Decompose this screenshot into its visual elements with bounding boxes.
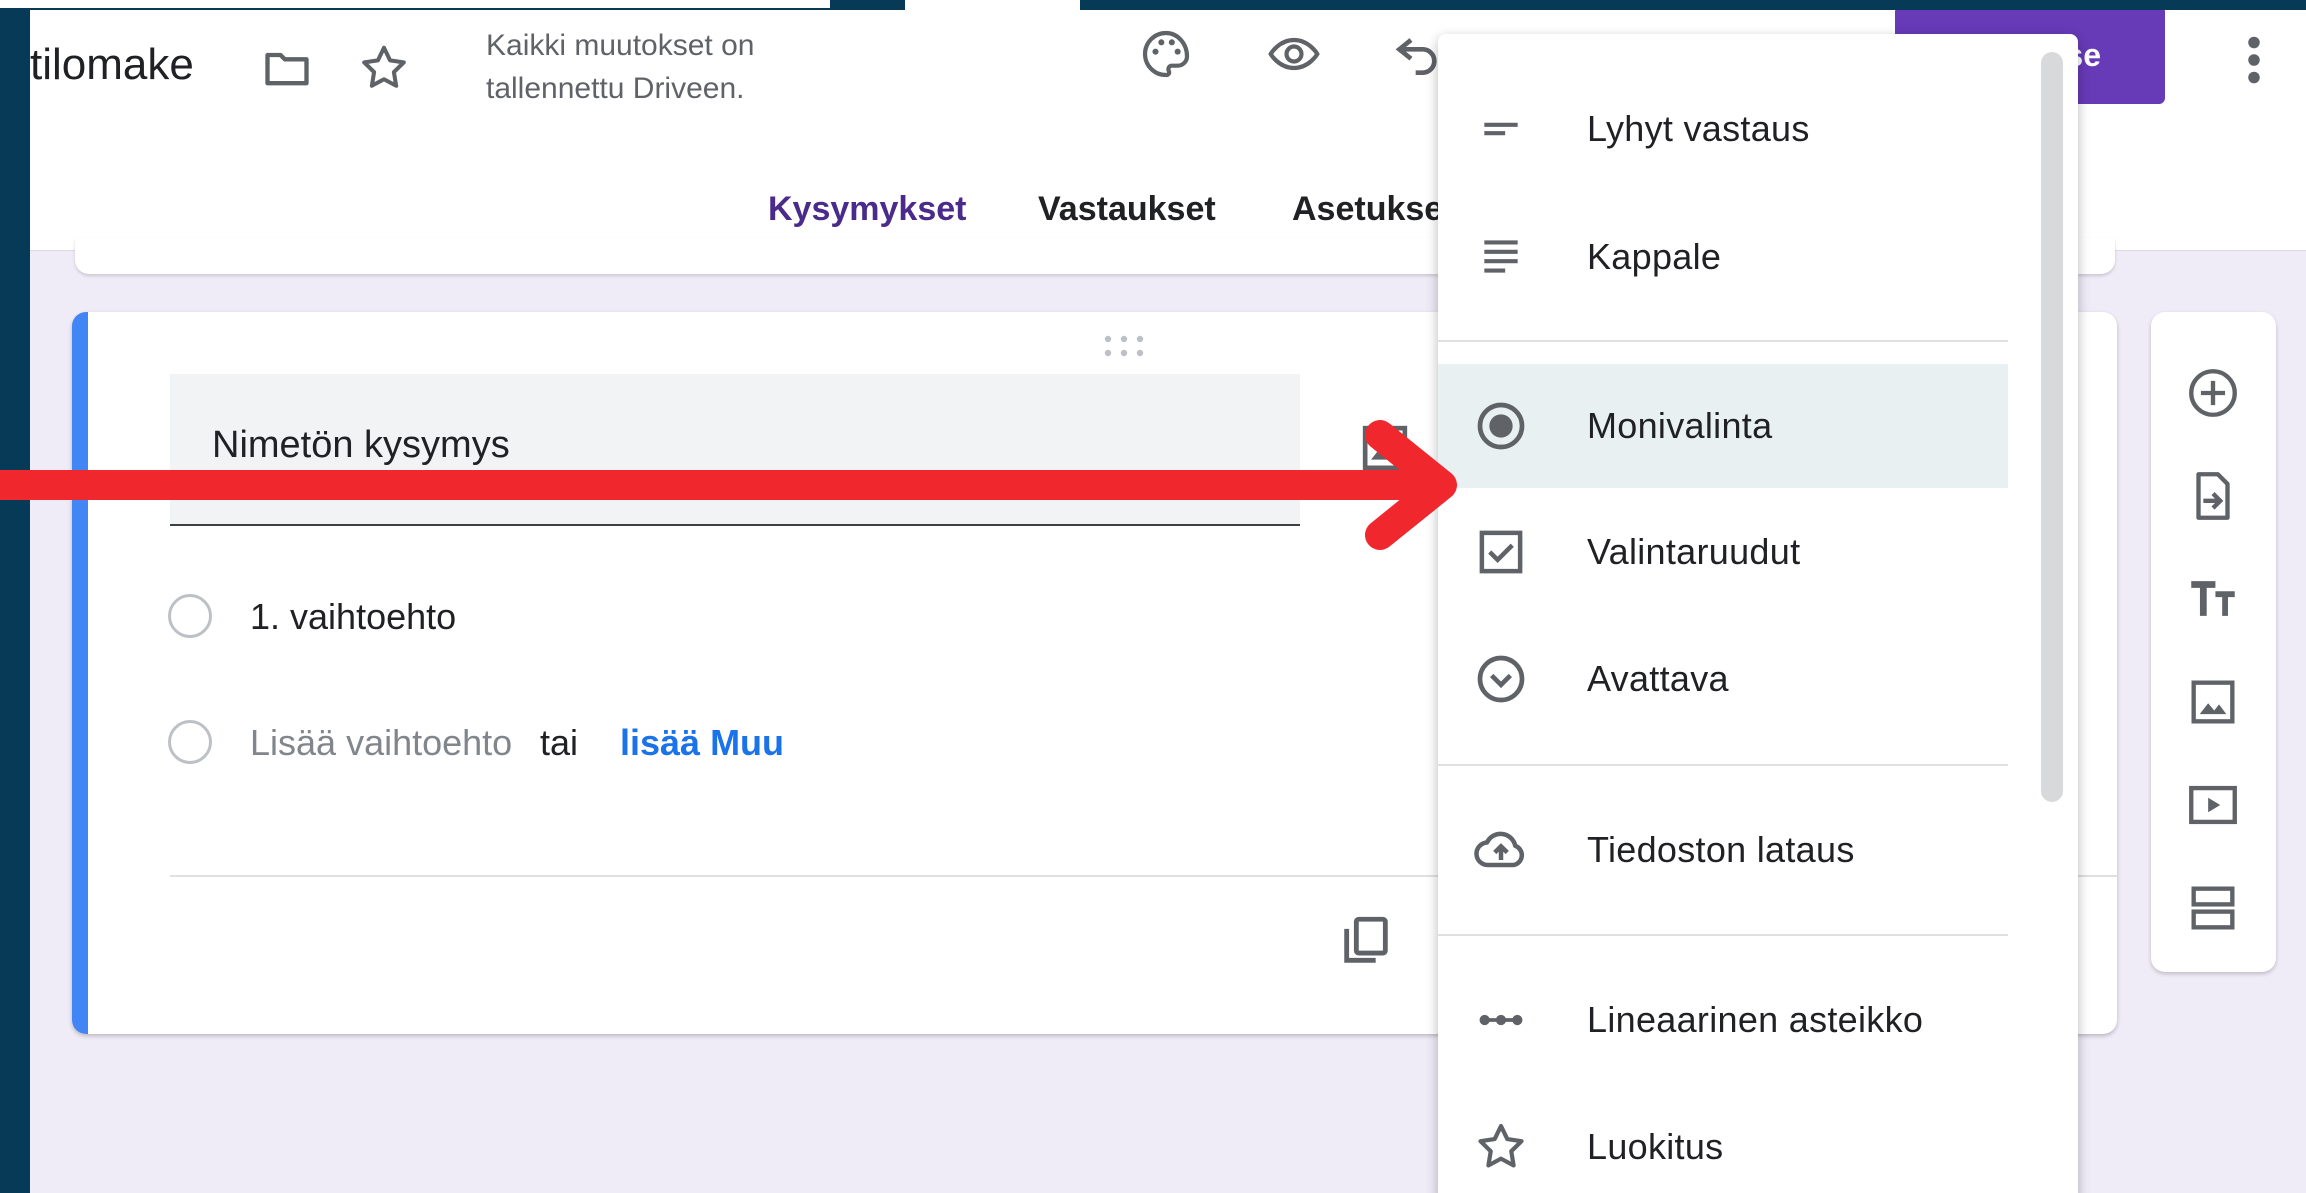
- add-option-link[interactable]: Lisää vaihtoehto: [250, 722, 512, 764]
- menu-item-multiple-choice[interactable]: Monivalinta: [1438, 364, 2008, 488]
- star-icon[interactable]: [356, 40, 412, 96]
- folder-icon[interactable]: [259, 40, 315, 96]
- or-text: tai: [540, 722, 579, 763]
- eye-icon[interactable]: [1266, 26, 1322, 82]
- menu-item-label: Monivalinta: [1587, 405, 1773, 446]
- cloud-upload-icon: [1471, 820, 1531, 880]
- menu-divider: [1438, 764, 2008, 766]
- menu-item-linear-scale[interactable]: Lineaarinen asteikko: [1438, 958, 2008, 1082]
- add-question-icon[interactable]: [2184, 364, 2242, 422]
- option-radio: [168, 594, 212, 638]
- add-video-icon[interactable]: [2184, 776, 2242, 834]
- form-title[interactable]: tilomake: [30, 40, 194, 90]
- save-status: Kaikki muutokset on tallennettu Driveen.: [486, 24, 846, 110]
- more-vert-icon[interactable]: [2226, 32, 2282, 88]
- red-annotation-arrow: [0, 420, 1457, 550]
- drag-handle-icon[interactable]: [1102, 332, 1146, 360]
- menu-item-dropdown[interactable]: Avattava: [1438, 617, 2008, 741]
- dropdown-icon: [1471, 649, 1531, 709]
- import-questions-icon[interactable]: [2184, 467, 2242, 525]
- add-title-icon[interactable]: [2184, 570, 2242, 628]
- tab-settings[interactable]: Asetukse: [1292, 190, 1443, 229]
- forms-editor: tilomake Kaikki muutokset on tallennettu…: [30, 10, 2306, 1193]
- menu-item-short-answer[interactable]: Lyhyt vastaus: [1438, 67, 2008, 191]
- linear-scale-icon: [1471, 990, 1531, 1050]
- short-answer-icon: [1471, 99, 1531, 159]
- menu-item-file-upload[interactable]: Tiedoston lataus: [1438, 788, 2008, 912]
- save-status-line2: tallennettu Driveen.: [486, 72, 745, 105]
- add-other-link[interactable]: lisää Muu: [620, 722, 784, 764]
- menu-item-label: Tiedoston lataus: [1587, 829, 1855, 870]
- paragraph-icon: [1471, 227, 1531, 287]
- add-option-radio: [168, 720, 212, 764]
- menu-item-label: Avattava: [1587, 658, 1729, 699]
- menu-scrollbar[interactable]: [2041, 52, 2063, 802]
- menu-item-label: Valintaruudut: [1587, 531, 1801, 572]
- menu-divider: [1438, 934, 2008, 936]
- palette-icon[interactable]: [1138, 26, 1194, 82]
- menu-item-rating[interactable]: Luokitus: [1438, 1085, 2008, 1193]
- tab-questions[interactable]: Kysymykset: [768, 190, 966, 229]
- add-image-icon[interactable]: [2184, 673, 2242, 731]
- floating-toolbar: [2151, 312, 2276, 972]
- menu-divider: [1438, 340, 2008, 342]
- menu-item-label: Lineaarinen asteikko: [1587, 999, 1924, 1040]
- menu-item-checkboxes[interactable]: Valintaruudut: [1438, 490, 2008, 614]
- question-type-menu: Lyhyt vastaus Kappale Monivalinta Valint…: [1438, 34, 2078, 1193]
- background-window-strip: [0, 0, 830, 8]
- add-section-icon[interactable]: [2184, 879, 2242, 937]
- option-label[interactable]: 1. vaihtoehto: [250, 596, 456, 638]
- menu-item-label: Luokitus: [1587, 1126, 1724, 1167]
- menu-item-paragraph[interactable]: Kappale: [1438, 195, 2008, 319]
- save-status-line1: Kaikki muutokset on: [486, 29, 755, 62]
- duplicate-icon[interactable]: [1337, 912, 1397, 972]
- menu-item-label: Kappale: [1587, 236, 1722, 277]
- menu-item-label: Lyhyt vastaus: [1587, 108, 1810, 149]
- tab-responses[interactable]: Vastaukset: [1038, 190, 1216, 229]
- star-outline-icon: [1471, 1117, 1531, 1177]
